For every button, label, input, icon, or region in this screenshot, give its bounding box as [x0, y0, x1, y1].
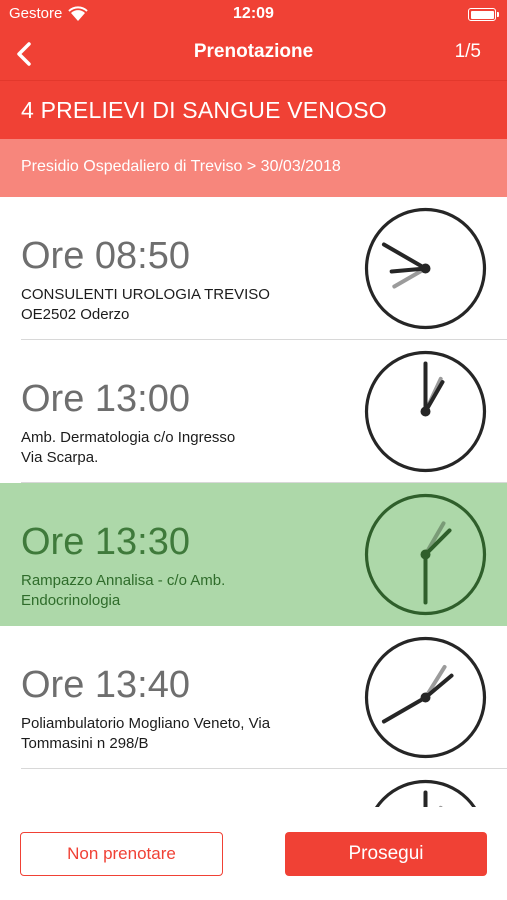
- clock-center: [420, 549, 431, 560]
- clock-icon: [364, 636, 487, 759]
- clock-center: [420, 692, 431, 703]
- page-title: Prenotazione: [193, 41, 314, 62]
- clock-icon: [364, 493, 487, 616]
- time-slot-row[interactable]: Ore 13:30 Rampazzo Annalisa - c/o Amb. End…: [0, 483, 507, 626]
- time-slot-row[interactable]: Ore 13:00 Amb. Dermatologia c/o Ingresso V…: [0, 340, 507, 483]
- decline-button[interactable]: Non prenotare: [20, 832, 223, 876]
- slot-location-detail: Endocrinologia: [21, 592, 121, 609]
- clock-minute-hand: [381, 242, 428, 271]
- slot-time: Ore 13:00: [21, 378, 190, 420]
- time-slot-row[interactable]: [0, 769, 507, 807]
- slot-time: Ore 08:50: [21, 235, 190, 277]
- battery-cap: [497, 12, 499, 17]
- slot-location: Amb. Dermatologia c/o Ingresso: [21, 429, 236, 446]
- clock-icon: [364, 207, 487, 330]
- slot-location-detail: Via Scarpa.: [21, 449, 99, 466]
- battery-icon: [468, 8, 496, 21]
- clock-hour-hand: [423, 380, 445, 414]
- continue-button[interactable]: Prosegui: [285, 832, 487, 876]
- slot-location: Poliambulatorio Mogliano Veneto, Via: [21, 715, 271, 732]
- slot-location-detail: OE2502 Oderzo: [21, 306, 130, 323]
- time-slot-list[interactable]: Ore 08:50 CONSULENTI UROLOGIA TREVISO OE25…: [0, 197, 507, 807]
- clock-minute-hand: [381, 695, 428, 724]
- clock-center: [420, 406, 431, 417]
- exam-title: 4 PRELIEVI DI SANGUE VENOSO: [21, 97, 387, 123]
- slot-location-detail: Tommasini n 298/B: [21, 735, 149, 752]
- time-slot-row[interactable]: Ore 13:40 Poliambulatorio Mogliano Veneto…: [0, 626, 507, 769]
- clock-icon: [364, 350, 487, 473]
- status-time: 12:09: [233, 5, 274, 22]
- status-bar: Gestore 12:09: [0, 0, 507, 28]
- time-slot-row[interactable]: Ore 08:50 CONSULENTI UROLOGIA TREVISO OE25…: [0, 197, 507, 340]
- navigation-bar: Prenotazione 1/5: [0, 28, 507, 80]
- slot-location: Rampazzo Annalisa - c/o Amb.: [21, 572, 226, 589]
- exam-header: 4 PRELIEVI DI SANGUE VENOSO: [0, 80, 507, 139]
- slot-time: Ore 13:40: [21, 664, 190, 706]
- location-date-label: Presidio Ospedaliero di Treviso > 30/03/…: [21, 158, 341, 175]
- bottom-action-bar: Non prenotare Prosegui: [0, 807, 507, 900]
- slot-time: Ore 13:30: [21, 521, 190, 563]
- location-breadcrumb: Presidio Ospedaliero di Treviso > 30/03/…: [0, 139, 507, 197]
- page-counter: 1/5: [454, 41, 481, 62]
- clock-icon: [375, 779, 476, 807]
- clock-center: [420, 263, 431, 274]
- slot-location: CONSULENTI UROLOGIA TREVISO: [21, 286, 270, 303]
